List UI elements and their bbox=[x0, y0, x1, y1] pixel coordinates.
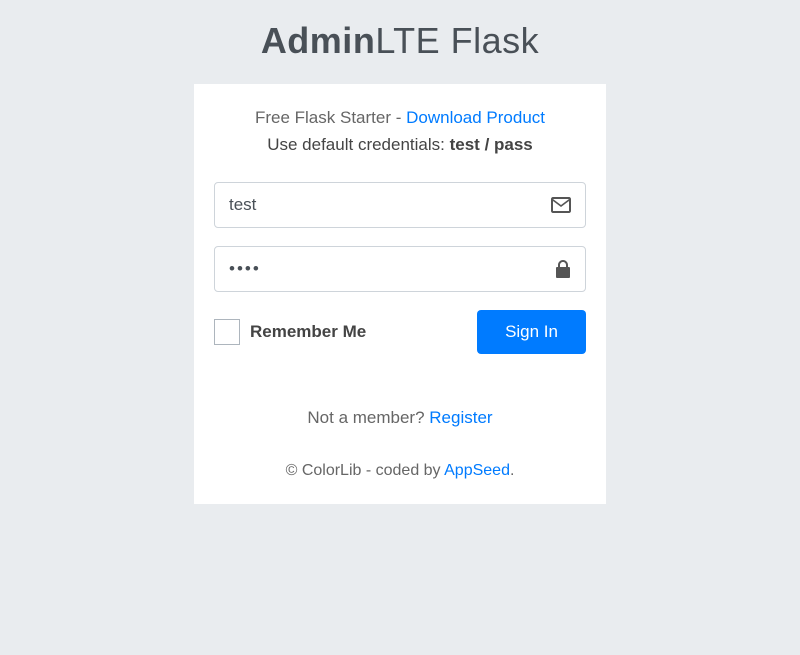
password-input[interactable] bbox=[229, 259, 555, 279]
credentials-prefix: Use default credentials: bbox=[267, 135, 449, 154]
login-card: Free Flask Starter - Download Product Us… bbox=[194, 84, 606, 504]
password-group bbox=[214, 246, 586, 292]
logo-bold: Admin bbox=[261, 20, 376, 61]
remember-me-checkbox[interactable] bbox=[214, 319, 240, 345]
footer-line: © ColorLib - coded by AppSeed. bbox=[214, 462, 586, 480]
sign-in-button[interactable]: Sign In bbox=[477, 310, 586, 354]
lock-icon bbox=[555, 260, 571, 278]
envelope-icon bbox=[551, 197, 571, 213]
credentials-value: test / pass bbox=[450, 135, 533, 154]
register-prefix: Not a member? bbox=[307, 408, 429, 427]
username-group bbox=[214, 182, 586, 228]
starter-text: Free Flask Starter - bbox=[255, 108, 406, 127]
remember-me-group: Remember Me bbox=[214, 319, 366, 345]
download-product-link[interactable]: Download Product bbox=[406, 108, 545, 127]
username-input[interactable] bbox=[229, 195, 551, 215]
appseed-link[interactable]: AppSeed bbox=[444, 462, 510, 479]
remember-me-label[interactable]: Remember Me bbox=[250, 322, 366, 342]
register-link[interactable]: Register bbox=[429, 408, 492, 427]
form-actions-row: Remember Me Sign In bbox=[214, 310, 586, 354]
login-message: Free Flask Starter - Download Product Us… bbox=[214, 104, 586, 158]
logo-light: LTE Flask bbox=[375, 20, 539, 61]
footer-suffix: . bbox=[510, 462, 514, 479]
footer-prefix: © ColorLib - coded by bbox=[286, 462, 445, 479]
app-logo: AdminLTE Flask bbox=[261, 20, 539, 62]
register-line: Not a member? Register bbox=[214, 408, 586, 428]
